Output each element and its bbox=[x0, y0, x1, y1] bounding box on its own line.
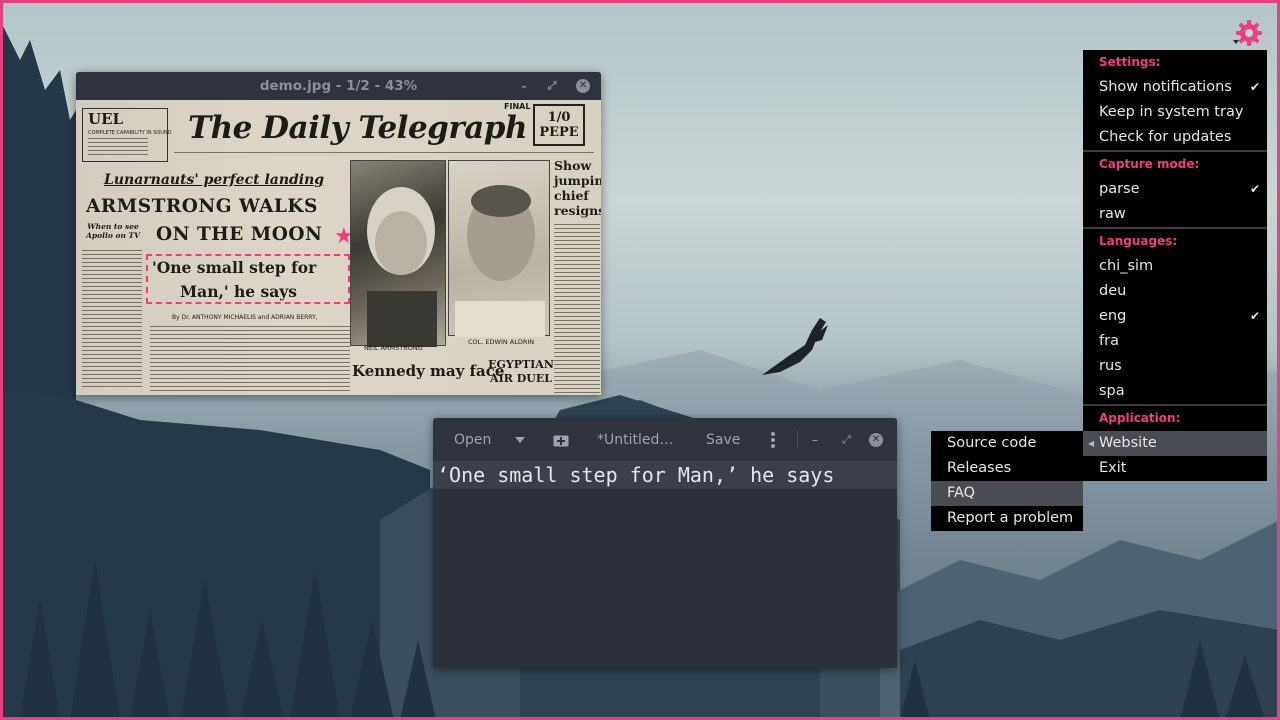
menu-item-label: rus bbox=[1099, 358, 1122, 374]
menu-item-label: chi_sim bbox=[1099, 258, 1154, 274]
aldrin-photo bbox=[448, 160, 550, 337]
masthead: The Daily Telegraph bbox=[188, 110, 528, 146]
image-viewer-window: demo.jpg - 1/2 - 43% – ⤢ ✕ UEL COMPLETE … bbox=[76, 72, 601, 395]
menu-item-label: Report a problem bbox=[947, 510, 1074, 526]
menu-header-settings: Settings: bbox=[1099, 55, 1161, 69]
menu-item-label: deu bbox=[1099, 283, 1127, 299]
menu-item-label: parse bbox=[1099, 181, 1140, 197]
headline-bottom-right: EGYPTIAN AIR DUEL bbox=[488, 358, 554, 385]
menu-item-label: Exit bbox=[1099, 460, 1127, 476]
menu-item-label: spa bbox=[1099, 383, 1125, 399]
article-text bbox=[150, 326, 350, 392]
editor-current-line[interactable]: ‘One small step for Man,’ he says bbox=[433, 461, 897, 489]
right-column-text bbox=[554, 224, 600, 394]
menu-item-label: fra bbox=[1099, 333, 1119, 349]
menu-item-rus[interactable]: rus bbox=[1083, 354, 1267, 379]
menu-item-label: Keep in system tray bbox=[1099, 104, 1244, 120]
tray-menu: Settings: Show notifications ✔ Keep in s… bbox=[1083, 50, 1267, 481]
menu-item-check-updates[interactable]: Check for updates bbox=[1083, 125, 1267, 150]
headline-2: ON THE MOON bbox=[156, 224, 323, 245]
menu-item-chi-sim[interactable]: chi_sim bbox=[1083, 254, 1267, 279]
caption-aldrin: COL. EDWIN ALDRIN bbox=[468, 338, 535, 346]
minimize-button[interactable]: – bbox=[812, 418, 818, 461]
text-editor-window: Open *Untitled… Save – ⤢ ✕ ‘One small st… bbox=[433, 418, 897, 668]
ocr-selection-box[interactable] bbox=[146, 254, 350, 304]
viewer-title: demo.jpg - 1/2 - 43% bbox=[259, 78, 418, 94]
newspaper-image: UEL COMPLETE CAPABILITY IN SOUND The Dai… bbox=[76, 100, 601, 395]
menu-button[interactable] bbox=[771, 418, 775, 461]
tray-dropdown-indicator bbox=[1233, 40, 1239, 44]
eagle-silhouette bbox=[762, 318, 828, 375]
toolbar-divider bbox=[797, 431, 798, 448]
when-to-see: When to see Apollo on TV bbox=[86, 222, 140, 240]
minimize-button[interactable]: – bbox=[516, 78, 532, 94]
submenu-item-source-code[interactable]: Source code bbox=[931, 431, 1083, 456]
editor-text-area[interactable]: ‘One small step for Man,’ he says bbox=[433, 461, 897, 668]
menu-item-label: Source code bbox=[947, 435, 1037, 451]
armstrong-photo bbox=[350, 160, 446, 347]
menu-item-keep-in-tray[interactable]: Keep in system tray bbox=[1083, 100, 1267, 125]
byline: By Dr. ANTHONY MICHAELIS and ADRIAN BERR… bbox=[172, 314, 318, 321]
menu-item-show-notifications[interactable]: Show notifications ✔ bbox=[1083, 75, 1267, 100]
submenu-item-report-problem[interactable]: Report a problem bbox=[931, 506, 1083, 531]
menu-item-label: Check for updates bbox=[1099, 129, 1232, 145]
close-button[interactable]: ✕ bbox=[869, 418, 883, 461]
save-button[interactable]: Save bbox=[706, 418, 740, 461]
open-menu-button[interactable] bbox=[515, 418, 525, 461]
headline-bottom-left: Kennedy may face bbox=[352, 362, 505, 380]
menu-item-parse[interactable]: parse ✔ bbox=[1083, 177, 1267, 202]
final-label: FINAL bbox=[504, 102, 531, 111]
menu-item-spa[interactable]: spa bbox=[1083, 379, 1267, 404]
kebab-menu-icon bbox=[771, 431, 775, 448]
website-submenu: Source code Releases FAQ Report a proble… bbox=[931, 431, 1083, 531]
menu-header-languages: Languages: bbox=[1099, 234, 1178, 248]
menu-header-application: Application: bbox=[1099, 411, 1181, 425]
advert-text: COMPLETE CAPABILITY IN SOUND bbox=[88, 130, 172, 136]
menu-item-label: Releases bbox=[947, 460, 1012, 476]
headline-1: ARMSTRONG WALKS bbox=[86, 196, 318, 217]
new-document-icon bbox=[553, 435, 569, 446]
menu-item-exit[interactable]: Exit bbox=[1083, 456, 1267, 481]
advert-brand: UEL bbox=[88, 110, 124, 128]
checkmark-icon: ✔ bbox=[1249, 182, 1260, 196]
document-tab-title[interactable]: *Untitled… bbox=[597, 418, 673, 461]
masthead-rule bbox=[174, 152, 594, 156]
checkmark-icon: ✔ bbox=[1249, 309, 1260, 323]
advert-lines bbox=[88, 138, 148, 158]
menu-item-label: Show notifications bbox=[1099, 79, 1232, 95]
price-box: 1/0 PEPE bbox=[533, 104, 585, 146]
menu-item-fra[interactable]: fra bbox=[1083, 329, 1267, 354]
restore-button[interactable]: ⤢ bbox=[544, 78, 560, 94]
chevron-down-icon bbox=[515, 436, 525, 443]
side-headline: Show jumping chief resigns bbox=[554, 158, 601, 218]
menu-item-label: Website bbox=[1099, 435, 1157, 451]
chevron-left-icon: ◀ bbox=[1088, 439, 1095, 448]
new-document-button[interactable] bbox=[553, 418, 569, 461]
close-button[interactable]: ✕ bbox=[575, 78, 591, 94]
open-button[interactable]: Open bbox=[454, 418, 491, 461]
submenu-item-faq[interactable]: FAQ bbox=[931, 481, 1083, 506]
caption-armstrong: NEIL ARMSTRONG bbox=[364, 344, 423, 352]
menu-header-capture: Capture mode: bbox=[1099, 157, 1200, 171]
menu-item-label: eng bbox=[1099, 308, 1127, 324]
menu-item-raw[interactable]: raw bbox=[1083, 202, 1267, 227]
menu-item-deu[interactable]: deu bbox=[1083, 279, 1267, 304]
close-icon: ✕ bbox=[869, 432, 883, 447]
menu-item-website[interactable]: ◀ Website bbox=[1083, 431, 1267, 456]
left-column-text bbox=[82, 250, 142, 390]
menu-item-label: raw bbox=[1099, 206, 1126, 222]
headline-top: Lunarnauts' perfect landing bbox=[104, 172, 325, 188]
menu-item-label: FAQ bbox=[947, 485, 976, 501]
editor-toolbar[interactable]: Open *Untitled… Save – ⤢ ✕ bbox=[433, 418, 897, 461]
submenu-item-releases[interactable]: Releases bbox=[931, 456, 1083, 481]
viewer-titlebar[interactable]: demo.jpg - 1/2 - 43% – ⤢ ✕ bbox=[76, 72, 601, 100]
close-icon: ✕ bbox=[576, 79, 590, 93]
checkmark-icon: ✔ bbox=[1249, 80, 1260, 94]
restore-button[interactable]: ⤢ bbox=[842, 418, 851, 461]
menu-item-eng[interactable]: eng ✔ bbox=[1083, 304, 1267, 329]
